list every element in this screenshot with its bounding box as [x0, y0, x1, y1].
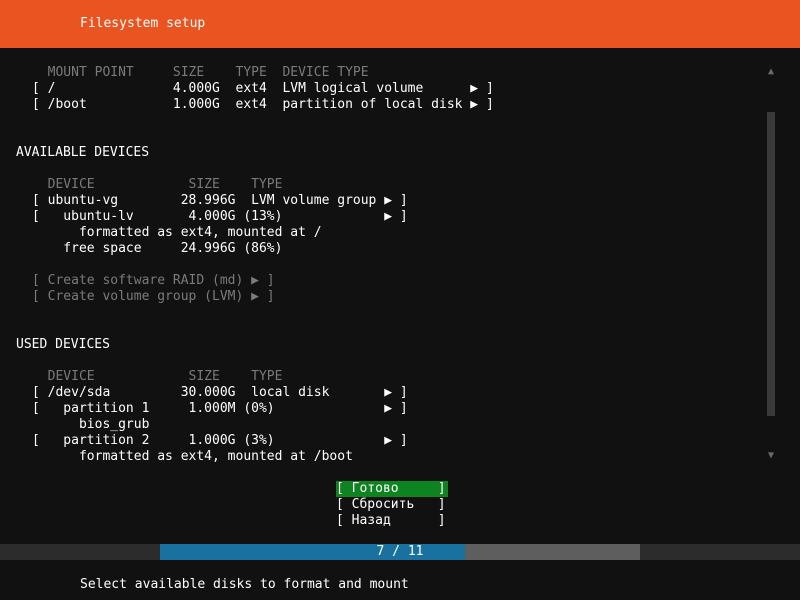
scroll-up-icon[interactable]: ▲: [768, 66, 774, 77]
available-devices-heading: AVAILABLE DEVICES: [16, 145, 150, 160]
device-info-ubuntu-lv: formatted as ext4, mounted at /: [32, 225, 322, 240]
mount-row-root[interactable]: [ / 4.000G ext4 LVM logical volume ▶ ]: [32, 81, 494, 97]
available-table-header: DEVICE SIZE TYPE: [32, 177, 283, 192]
mount-table-header: MOUNT POINT SIZE TYPE DEVICE TYPE: [32, 65, 369, 80]
device-row-sda[interactable]: [ /dev/sda 30.000G local disk ▶ ]: [32, 385, 408, 401]
page-title: Filesystem setup: [80, 16, 206, 31]
used-table-header: DEVICE SIZE TYPE: [32, 369, 283, 384]
device-row-partition-2[interactable]: [ partition 2 1.000G (3%) ▶ ]: [32, 433, 408, 449]
device-info-partition-2: formatted as ext4, mounted at /boot: [32, 449, 353, 464]
done-button[interactable]: [ Готово ]: [336, 481, 446, 497]
scrollbar-thumb[interactable]: [767, 112, 775, 416]
header-bar: Filesystem setup: [0, 0, 800, 48]
device-row-ubuntu-lv[interactable]: [ ubuntu-lv 4.000G (13%) ▶ ]: [32, 209, 408, 225]
used-devices-heading: USED DEVICES: [16, 337, 110, 352]
back-button[interactable]: [ Назад ]: [336, 513, 446, 529]
device-row-partition-1[interactable]: [ partition 1 1.000M (0%) ▶ ]: [32, 401, 408, 417]
create-vg-button[interactable]: [ Create volume group (LVM) ▶ ]: [32, 289, 275, 305]
device-info-partition-1: bios_grub: [32, 417, 150, 432]
progress-label: 7 / 11: [376, 544, 424, 559]
create-raid-button[interactable]: [ Create software RAID (md) ▶ ]: [32, 273, 275, 289]
reset-button[interactable]: [ Сбросить ]: [336, 497, 446, 513]
device-row-free-space: free space 24.996G (86%): [32, 241, 283, 256]
mount-row-boot[interactable]: [ /boot 1.000G ext4 partition of local d…: [32, 97, 494, 113]
scroll-down-icon[interactable]: ▼: [768, 450, 774, 461]
device-row-ubuntu-vg[interactable]: [ ubuntu-vg 28.996G LVM volume group ▶ ]: [32, 193, 408, 209]
footer-hint: Select available disks to format and mou…: [80, 577, 409, 592]
